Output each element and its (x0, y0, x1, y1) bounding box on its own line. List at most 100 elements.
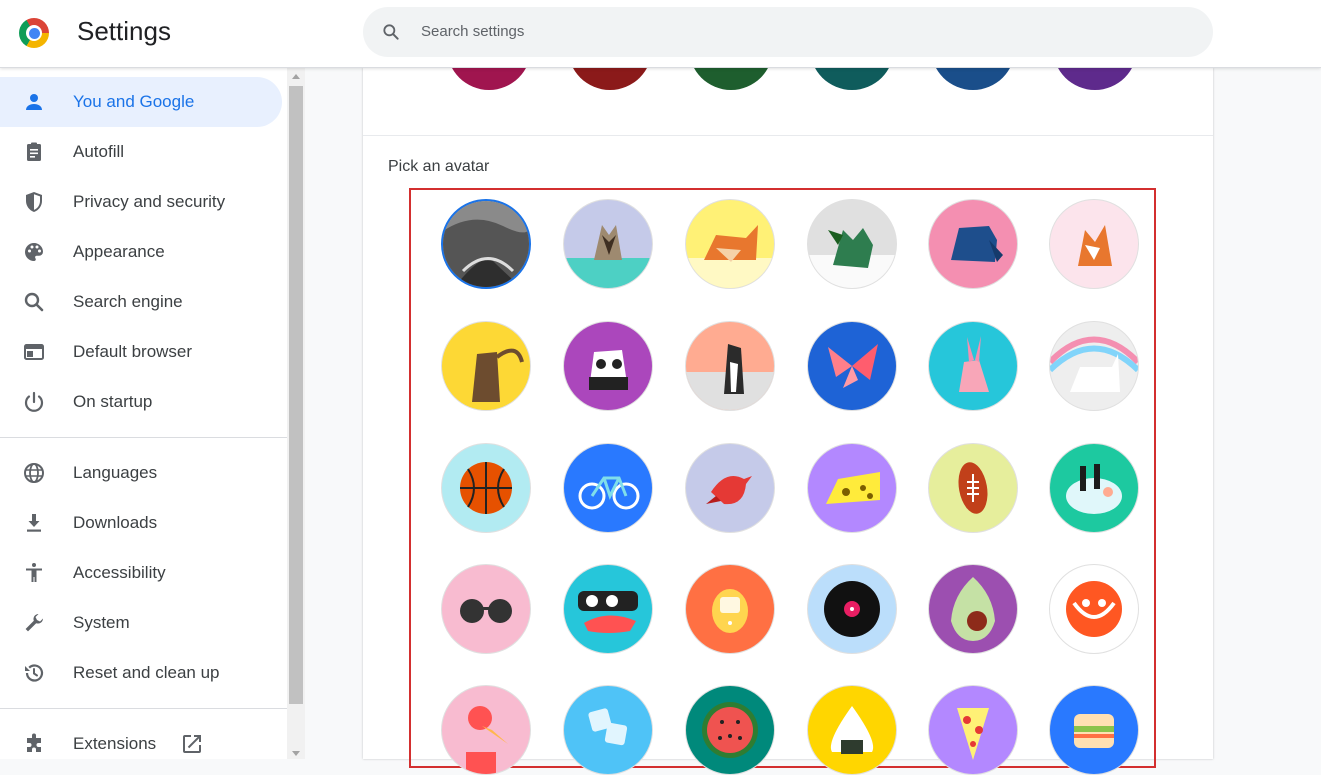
power-icon (24, 391, 44, 412)
avatar-image (824, 581, 880, 637)
avatar-image (826, 472, 880, 504)
sidebar-item-on-startup[interactable]: On startup (0, 377, 282, 427)
bicycle-avatar[interactable] (563, 443, 653, 533)
avocado-avatar[interactable] (928, 564, 1018, 654)
sidebar-item-label: Appearance (73, 242, 165, 261)
person-icon (26, 94, 42, 110)
palette-icon (25, 243, 43, 261)
sidebar-item-label: System (73, 613, 130, 632)
avatar-image (808, 228, 896, 288)
origami-elephant-avatar[interactable] (928, 199, 1018, 289)
cheese-avatar[interactable] (807, 443, 897, 533)
sidebar-scrollbar[interactable] (287, 68, 305, 759)
sidebar-item-label: Autofill (73, 142, 125, 161)
origami-fox-avatar[interactable] (685, 199, 775, 289)
top-bar: Settings Search settings (0, 0, 1321, 68)
globe-icon (24, 463, 44, 483)
avatar-image (466, 706, 508, 774)
sidebar-item-autofill[interactable]: Autofill (0, 127, 282, 177)
avatar-image (686, 225, 774, 288)
scroll-up-arrow-icon[interactable] (292, 74, 300, 79)
sidebar-divider (0, 708, 287, 709)
section-divider (363, 135, 1213, 136)
sidebar-item-label: Search engine (73, 292, 183, 311)
sidebar-item-label: You and Google (73, 92, 195, 111)
avatar-image (686, 344, 774, 410)
avatar-image (706, 475, 752, 505)
avatar-image (1078, 225, 1112, 266)
origami-panda-avatar[interactable] (563, 321, 653, 411)
origami-dragon-avatar[interactable] (807, 199, 897, 289)
origami-unicorn-avatar[interactable] (1049, 321, 1139, 411)
sidebar-item-label: Reset and clean up (73, 663, 220, 682)
chrome-logo-icon (19, 18, 49, 48)
origami-cat-avatar[interactable] (563, 199, 653, 289)
sidebar-item-default-browser[interactable]: Default browser (0, 327, 282, 377)
page-title: Settings (77, 16, 171, 46)
browser-window-icon (24, 344, 44, 360)
origami-butterfly-avatar[interactable] (807, 321, 897, 411)
avatar-image (564, 225, 652, 288)
avatar-image (1066, 581, 1122, 637)
ice-cubes-avatar[interactable] (563, 685, 653, 775)
puzzle-icon (27, 733, 41, 752)
sidebar-item-accessibility[interactable]: Accessibility (0, 548, 282, 598)
tamagotchi-avatar[interactable] (685, 564, 775, 654)
avatar-image (460, 599, 512, 623)
onigiri-avatar[interactable] (807, 685, 897, 775)
avatar-image (828, 344, 878, 388)
sidebar: You and Google Autofill Privacy and secu… (0, 68, 287, 759)
landscape-photo-avatar[interactable] (441, 199, 531, 289)
avatar-image (702, 702, 758, 758)
origami-monkey-avatar[interactable] (441, 321, 531, 411)
sidebar-item-label: Default browser (73, 342, 193, 361)
sidebar-item-reset-and-clean-up[interactable]: Reset and clean up (0, 648, 282, 698)
sidebar-item-you-and-google[interactable]: You and Google (0, 77, 282, 127)
origami-penguin-avatar[interactable] (685, 321, 775, 411)
sidebar-divider (0, 437, 287, 438)
sidebar-item-downloads[interactable]: Downloads (0, 498, 282, 548)
search-icon (24, 292, 44, 312)
sidebar-item-appearance[interactable]: Appearance (0, 227, 282, 277)
sidebar-item-label: Extensions (73, 734, 157, 753)
smiley-bowl-avatar[interactable] (1049, 564, 1139, 654)
history-icon (25, 664, 44, 682)
red-bird-avatar[interactable] (685, 443, 775, 533)
sandwich-avatar[interactable] (1049, 685, 1139, 775)
pizza-avatar[interactable] (928, 685, 1018, 775)
avatar-image (1066, 464, 1122, 514)
scrollbar-thumb[interactable] (289, 86, 303, 704)
sidebar-item-label: Privacy and security (73, 192, 226, 211)
avatar-image (588, 708, 628, 746)
sunglasses-avatar[interactable] (441, 564, 531, 654)
sidebar-item-privacy-and-security[interactable]: Privacy and security (0, 177, 282, 227)
avatar-image (951, 226, 1003, 262)
shield-icon (26, 192, 42, 212)
sidebar-item-extensions[interactable]: Extensions (0, 719, 282, 769)
avatar-image (443, 201, 529, 287)
basketball-avatar[interactable] (441, 443, 531, 533)
wrench-icon (25, 613, 44, 632)
avatar-image (442, 348, 530, 410)
clipboard-icon (27, 142, 41, 161)
watermelon-avatar[interactable] (685, 685, 775, 775)
football-avatar[interactable] (928, 443, 1018, 533)
origami-rabbit-avatar[interactable] (928, 321, 1018, 411)
avatar-image (460, 462, 512, 514)
sidebar-item-system[interactable]: System (0, 598, 282, 648)
download-icon (27, 514, 41, 532)
origami-fox-2-avatar[interactable] (1049, 199, 1139, 289)
search-input[interactable]: Search settings (363, 7, 1213, 57)
avatar-image (830, 706, 874, 754)
avatar-image (958, 462, 988, 514)
sushi-rolls-avatar[interactable] (563, 564, 653, 654)
avatar-image (578, 476, 640, 510)
scroll-down-arrow-icon[interactable] (292, 751, 300, 756)
ice-cream-avatar[interactable] (441, 685, 531, 775)
customize-profile-card: Pick an avatar (363, 6, 1213, 775)
sushi-bowl-avatar[interactable] (1049, 443, 1139, 533)
sidebar-item-languages[interactable]: Languages (0, 448, 282, 498)
vinyl-record-avatar[interactable] (807, 564, 897, 654)
sidebar-item-search-engine[interactable]: Search engine (0, 277, 282, 327)
sidebar-item-label: Accessibility (73, 563, 166, 582)
